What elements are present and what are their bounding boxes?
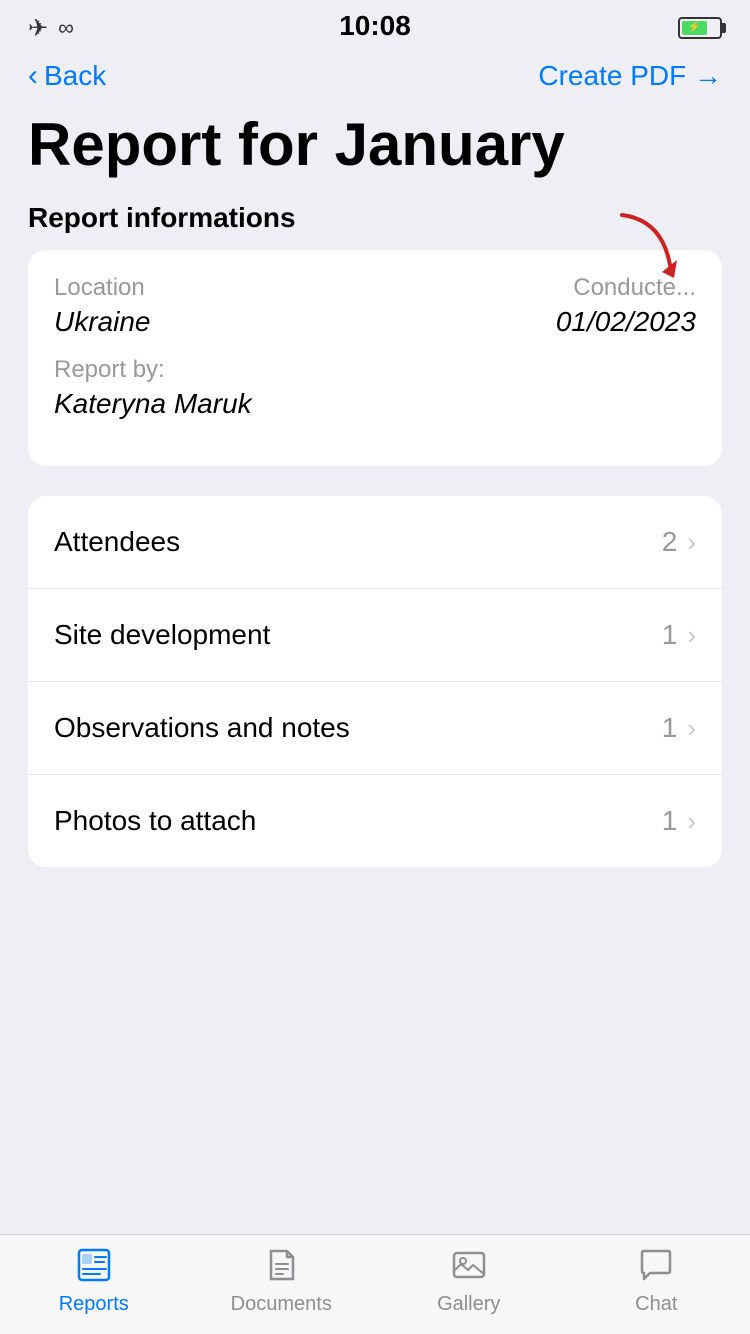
list-item-label: Observations and notes [54,712,350,744]
tab-chat-label: Chat [635,1293,677,1316]
back-button[interactable]: ‹ Back [28,60,106,92]
report-by-value: Kateryna Maruk [54,388,696,420]
status-right-icons: ⚡ [678,17,722,39]
battery-icon: ⚡ [678,17,722,39]
conducted-value: 01/02/2023 [375,306,696,338]
location-label: Location [54,274,375,302]
main-content: Report for January Report informations L… [0,112,750,987]
list-item[interactable]: Observations and notes 1 › [28,682,722,775]
list-item[interactable]: Site development 1 › [28,589,722,682]
page-title: Report for January [28,112,722,178]
list-item[interactable]: Attendees 2 › [28,496,722,589]
battery-fill: ⚡ [682,21,707,35]
battery-bolt: ⚡ [688,23,700,33]
tab-gallery[interactable]: Gallery [375,1243,563,1316]
list-item-right: 2 › [662,526,696,558]
tab-bar: Reports Documents Gallery [0,1234,750,1334]
create-pdf-label: Create PDF → [538,60,722,92]
list-item-count: 1 [662,712,678,744]
documents-icon [259,1243,303,1287]
chevron-right-icon: › [687,713,696,744]
status-time: 10:08 [339,10,411,42]
back-chevron-icon: ‹ [28,61,38,91]
tab-gallery-label: Gallery [437,1293,500,1316]
arrow-annotation [602,210,682,300]
info-card: Location Ukraine Conducte... 01/02/2023 … [28,250,722,466]
chat-icon [634,1243,678,1287]
nav-bar: ‹ Back Create PDF → [0,50,750,112]
tab-documents-label: Documents [231,1293,332,1316]
report-by-col: Report by: Kateryna Maruk [54,356,696,438]
tab-reports-label: Reports [59,1293,129,1316]
list-item-label: Photos to attach [54,805,256,837]
list-item-count: 2 [662,526,678,558]
tab-reports[interactable]: Reports [0,1243,188,1316]
link-icon: ∞ [58,15,74,41]
info-grid: Location Ukraine Conducte... 01/02/2023 … [54,274,696,438]
reports-icon [72,1243,116,1287]
tab-documents[interactable]: Documents [188,1243,376,1316]
back-label: Back [44,60,106,92]
report-by-label: Report by: [54,356,696,384]
status-left-icons: ✈ ∞ [28,14,74,43]
gallery-icon [447,1243,491,1287]
create-pdf-button[interactable]: Create PDF → [538,60,722,92]
list-item-label: Site development [54,619,270,651]
list-item[interactable]: Photos to attach 1 › [28,775,722,867]
tab-chat[interactable]: Chat [563,1243,750,1316]
list-item-count: 1 [662,805,678,837]
location-col: Location Ukraine [54,274,375,356]
status-bar: ✈ ∞ 10:08 ⚡ [0,0,750,50]
chevron-right-icon: › [687,527,696,558]
chevron-right-icon: › [687,620,696,651]
list-item-right: 1 › [662,619,696,651]
list-item-right: 1 › [662,712,696,744]
chevron-right-icon: › [687,806,696,837]
list-item-label: Attendees [54,526,180,558]
list-card: Attendees 2 › Site development 1 › Obser… [28,496,722,867]
list-item-right: 1 › [662,805,696,837]
location-value: Ukraine [54,306,375,338]
list-item-count: 1 [662,619,678,651]
airplane-icon: ✈ [28,14,48,43]
